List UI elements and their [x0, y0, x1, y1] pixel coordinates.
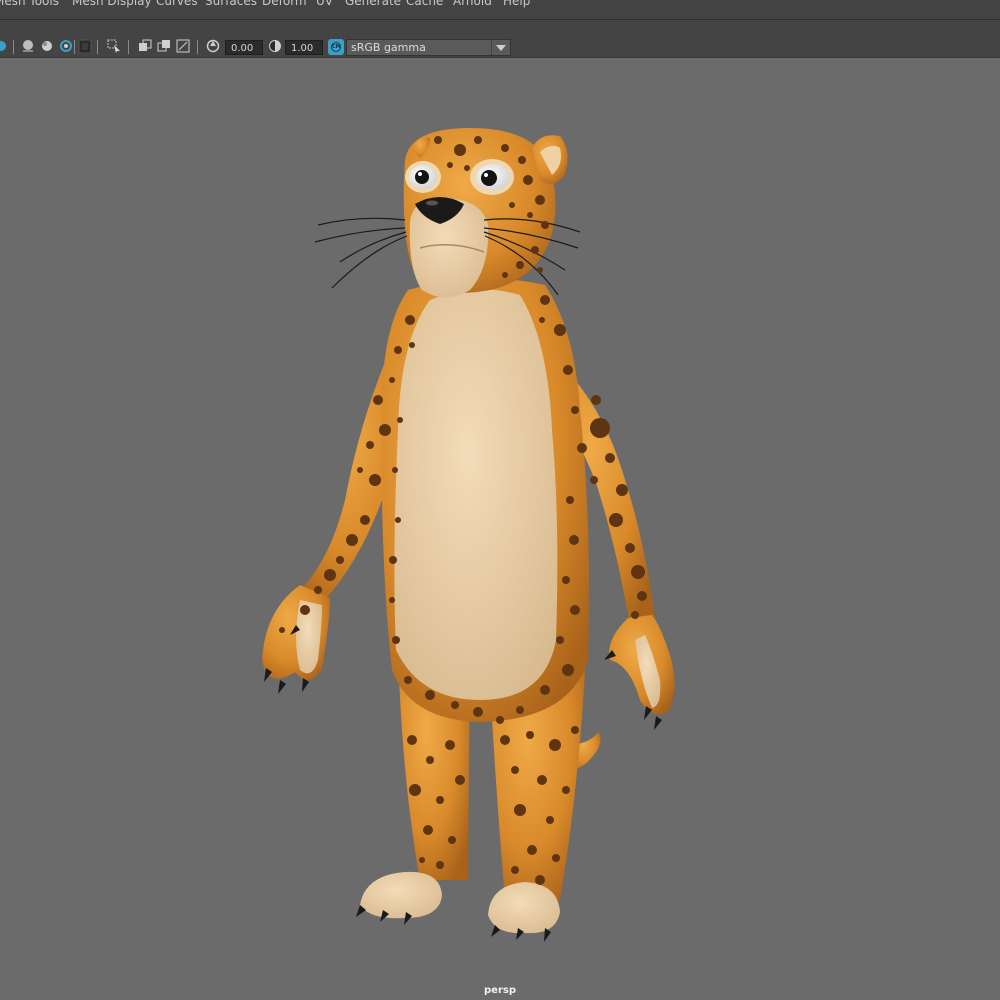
- color-management-icon[interactable]: CM: [328, 39, 344, 55]
- menu-item-curves[interactable]: Curves: [156, 0, 198, 8]
- menu-item-uv[interactable]: UV: [316, 0, 333, 8]
- gamma-icon[interactable]: [268, 39, 282, 53]
- rotate-ring-icon[interactable]: [59, 39, 73, 53]
- exposure-icon[interactable]: [206, 39, 220, 53]
- pupil-left: [415, 170, 429, 184]
- xray-icon[interactable]: [78, 39, 92, 53]
- toolbar-separator: [97, 40, 98, 54]
- menu-item-mesh-display[interactable]: Mesh Display: [72, 0, 152, 8]
- menu-item-deform[interactable]: Deform: [262, 0, 307, 8]
- view-transform-dropdown[interactable]: sRGB gamma: [346, 39, 511, 56]
- menu-item-generate[interactable]: Generate: [345, 0, 401, 8]
- isolate-sphere-icon[interactable]: [0, 39, 8, 53]
- exposure-field[interactable]: 0.00: [225, 40, 263, 55]
- toolbar-separator: [128, 40, 129, 54]
- select-tool-icon[interactable]: [107, 39, 121, 53]
- menu-bar: Mesh Tools Mesh Display Curves Surfaces …: [0, 0, 1000, 20]
- resolution-gate-icon[interactable]: [176, 39, 190, 53]
- menu-item-mesh-tools[interactable]: Mesh Tools: [0, 0, 59, 8]
- left-foot: [360, 871, 442, 919]
- view-transform-value: sRGB gamma: [351, 41, 426, 54]
- toolbar-separator: [197, 40, 198, 54]
- leopard-character-model[interactable]: [0, 58, 1000, 1000]
- copy-icon[interactable]: [138, 39, 152, 53]
- gamma-field[interactable]: 1.00: [285, 40, 323, 55]
- camera-label: persp: [484, 985, 516, 996]
- menu-item-surfaces[interactable]: Surfaces: [205, 0, 257, 8]
- menu-item-arnold[interactable]: Arnold: [453, 0, 492, 8]
- chevron-down-icon[interactable]: [491, 40, 510, 55]
- right-foot: [488, 882, 560, 934]
- pupil-right: [481, 170, 497, 186]
- paste-icon[interactable]: [157, 39, 171, 53]
- menu-item-help[interactable]: Help: [503, 0, 530, 8]
- menu-item-cache[interactable]: Cache: [406, 0, 443, 8]
- color-management-badge: CM: [331, 42, 341, 52]
- sphere-shade-icon[interactable]: [21, 39, 35, 53]
- toolbar-separator: [13, 40, 14, 54]
- textured-sphere-icon[interactable]: [40, 39, 54, 53]
- toolbar-separator: [74, 40, 75, 54]
- belly: [394, 289, 558, 700]
